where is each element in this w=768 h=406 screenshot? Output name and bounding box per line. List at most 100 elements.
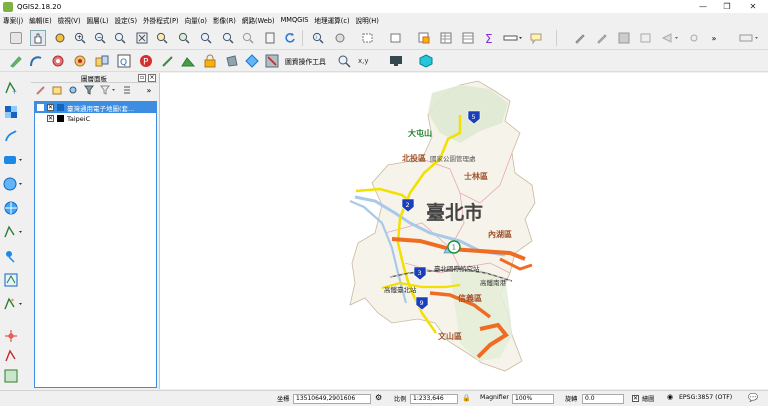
rotation-spinbox[interactable]: 0.0 bbox=[582, 394, 624, 404]
adv-digitize-label[interactable]: 圖資操作工具 bbox=[285, 56, 326, 66]
measure-line-icon[interactable] bbox=[502, 30, 524, 46]
layer-visibility-checkbox[interactable]: ✕ bbox=[47, 115, 54, 122]
close-icon[interactable]: ✕ bbox=[740, 0, 766, 13]
terrain-icon[interactable] bbox=[180, 53, 196, 69]
filter-legend-icon[interactable] bbox=[83, 83, 95, 97]
add-geometry-point-icon[interactable] bbox=[3, 328, 19, 344]
menu-view[interactable]: 檢視(V) bbox=[58, 15, 81, 25]
menu-layer[interactable]: 圖層(L) bbox=[87, 15, 109, 25]
lock-icon[interactable] bbox=[202, 53, 218, 69]
polygon-tool-icon[interactable] bbox=[224, 53, 240, 69]
map-swipe-icon[interactable] bbox=[72, 53, 88, 69]
add-group-icon[interactable] bbox=[51, 83, 63, 97]
statistical-summary-icon[interactable]: Σ bbox=[482, 30, 498, 46]
split-features-icon[interactable] bbox=[94, 53, 110, 69]
zoom-to-selection-icon[interactable] bbox=[154, 30, 170, 46]
save-edits-icon[interactable] bbox=[616, 30, 632, 46]
move-diamond-icon[interactable] bbox=[244, 53, 260, 69]
refresh-icon[interactable] bbox=[282, 30, 298, 46]
add-wms-layer-icon[interactable] bbox=[3, 176, 25, 192]
add-mssql-layer-icon[interactable] bbox=[3, 152, 25, 168]
monitor-icon[interactable] bbox=[388, 53, 404, 69]
3d-view-icon[interactable] bbox=[418, 53, 434, 69]
restore-icon[interactable]: ❐ bbox=[714, 0, 740, 13]
close-panel-icon[interactable]: × bbox=[148, 74, 156, 82]
scale-combobox[interactable]: 1:233,646 bbox=[410, 394, 458, 404]
minimize-icon[interactable]: — bbox=[690, 0, 716, 13]
label-toolbar-icon[interactable] bbox=[738, 30, 762, 46]
magnifier-spinbox[interactable]: 100% bbox=[512, 394, 554, 404]
field-calculator-icon[interactable] bbox=[460, 30, 476, 46]
map-tips-icon[interactable] bbox=[528, 30, 544, 46]
select-by-value-icon[interactable] bbox=[388, 30, 404, 46]
layer-row-taipeic[interactable]: ✕ TaipeiC bbox=[35, 113, 156, 124]
expand-all-icon[interactable] bbox=[121, 83, 133, 97]
crs-label[interactable]: EPSG:3857 (OTF) bbox=[679, 394, 732, 401]
zoom-full-icon[interactable] bbox=[134, 30, 150, 46]
add-wcs-layer-icon[interactable] bbox=[3, 200, 19, 216]
identify-icon[interactable] bbox=[336, 53, 352, 69]
coordinate-toggle-icon[interactable]: ⚙ bbox=[375, 393, 382, 402]
deselect-all-icon[interactable] bbox=[416, 30, 432, 46]
menu-settings[interactable]: 設定(S) bbox=[115, 15, 138, 25]
layer-style-icon[interactable] bbox=[35, 83, 47, 97]
float-panel-icon[interactable]: ▫ bbox=[138, 74, 146, 82]
menu-edit[interactable]: 編輯(E) bbox=[29, 15, 52, 25]
digitize-tool-icon[interactable] bbox=[160, 53, 176, 69]
new-map-view-icon[interactable] bbox=[262, 30, 278, 46]
geoprocessing-icon[interactable] bbox=[50, 53, 66, 69]
layer-visibility-checkbox[interactable]: ✕ bbox=[47, 104, 54, 111]
zoom-native-icon[interactable] bbox=[198, 30, 214, 46]
menu-processing[interactable]: 地理運算(c) bbox=[314, 15, 349, 25]
zoom-out-icon[interactable]: − bbox=[92, 30, 108, 46]
zoom-in-icon[interactable]: + bbox=[72, 30, 88, 46]
panel-more-icon[interactable]: » bbox=[143, 83, 155, 97]
menu-plugins[interactable]: 外掛程式(P) bbox=[143, 15, 179, 25]
zoom-to-layer-icon[interactable] bbox=[176, 30, 192, 46]
layer-refresh-icon[interactable] bbox=[3, 368, 19, 384]
georeferencer-icon[interactable] bbox=[264, 53, 280, 69]
menu-vector[interactable]: 向量(o) bbox=[185, 15, 207, 25]
add-vector-text-icon[interactable] bbox=[3, 348, 19, 364]
xy-coordinate-icon[interactable]: x,y bbox=[356, 53, 372, 69]
python-console-icon[interactable] bbox=[28, 53, 44, 69]
move-feature-icon[interactable] bbox=[660, 30, 682, 46]
select-features-icon[interactable] bbox=[360, 30, 376, 46]
menu-project[interactable]: 專案(j) bbox=[3, 15, 23, 25]
menu-help[interactable]: 說明(H) bbox=[356, 15, 379, 25]
menu-raster[interactable]: 影像(R) bbox=[213, 15, 236, 25]
qgis-edit-icon[interactable] bbox=[8, 53, 24, 69]
zoom-last-icon[interactable] bbox=[220, 30, 236, 46]
touch-zoom-icon[interactable] bbox=[8, 30, 24, 46]
add-raster-layer-icon[interactable] bbox=[3, 104, 19, 120]
crs-globe-icon[interactable]: ◉ bbox=[667, 393, 673, 401]
zoom-next-icon[interactable] bbox=[240, 30, 256, 46]
attribute-table-icon[interactable] bbox=[438, 30, 454, 46]
current-edits-icon[interactable] bbox=[572, 30, 588, 46]
scale-lock-icon[interactable]: 🔒 bbox=[462, 394, 471, 402]
add-feature-icon[interactable] bbox=[638, 30, 654, 46]
zoom-rubberband-icon[interactable] bbox=[112, 30, 128, 46]
manage-visibility-icon[interactable] bbox=[67, 83, 79, 97]
plugin-p-icon[interactable]: P bbox=[138, 53, 154, 69]
messages-icon[interactable]: 💬 bbox=[748, 393, 758, 402]
filter-expression-icon[interactable] bbox=[99, 83, 121, 97]
coordinate-field[interactable]: 13510649,2901606 bbox=[293, 394, 371, 404]
add-virtual-layer-icon[interactable] bbox=[3, 272, 19, 288]
new-shapefile-layer-icon[interactable]: * bbox=[3, 296, 25, 312]
toggle-editing-icon[interactable] bbox=[594, 30, 610, 46]
identify-features-icon[interactable]: i bbox=[310, 30, 326, 46]
run-feature-action-icon[interactable] bbox=[332, 30, 348, 46]
add-spatialite-layer-icon[interactable] bbox=[3, 128, 19, 144]
map-canvas[interactable]: 2 1 3 5 9 大屯山 北投區 國家公園管理處 士林區 臺北市 內湖區 臺北… bbox=[159, 73, 768, 389]
more-tools-icon[interactable]: » bbox=[706, 30, 722, 46]
menu-mmqgis[interactable]: MMQGIS bbox=[281, 16, 309, 24]
render-checkbox[interactable]: ✕ bbox=[632, 395, 639, 402]
menu-web[interactable]: 網路(Web) bbox=[242, 15, 275, 25]
node-tool-icon[interactable] bbox=[686, 30, 702, 46]
add-delimited-text-icon[interactable] bbox=[3, 248, 19, 264]
add-wfs-layer-icon[interactable] bbox=[3, 224, 25, 240]
layer-row-emap[interactable]: ✕ 臺灣通用電子地圖(套... bbox=[35, 102, 156, 113]
add-vector-layer-icon[interactable]: + bbox=[3, 80, 19, 96]
pan-hand-icon[interactable] bbox=[30, 30, 46, 46]
